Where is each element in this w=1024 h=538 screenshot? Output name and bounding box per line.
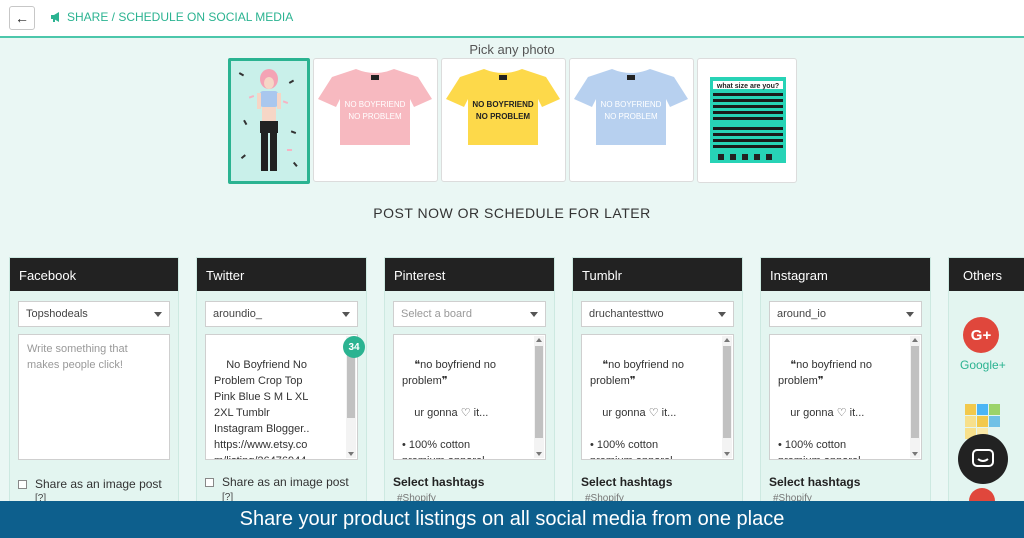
scroll-thumb[interactable] <box>723 346 731 438</box>
tumblr-account-select[interactable]: druchantesttwo <box>581 301 734 327</box>
tumblr-message-text: ❝no boyfriend no problem❞ ur gonna ♡ it.… <box>590 359 684 459</box>
tumblr-scrollbar[interactable] <box>722 336 732 458</box>
pink-tee-image: NO BOYFRIEND NO PROBLEM <box>318 69 432 145</box>
instagram-panel: Instagram around_io ❝no boyfriend no pro… <box>760 257 931 503</box>
blue-tee-text-1: NO BOYFRIEND <box>601 100 662 109</box>
megaphone-icon <box>51 12 59 22</box>
checkbox-icon[interactable] <box>205 478 214 487</box>
instagram-scrollbar[interactable] <box>910 336 920 458</box>
pinterest-board-select[interactable]: Select a board <box>393 301 546 327</box>
photo-model[interactable] <box>228 58 310 184</box>
scroll-thumb[interactable] <box>535 346 543 438</box>
photo-size-chart[interactable]: what size are you? <box>697 58 797 183</box>
facebook-account-select[interactable]: Topshodeals <box>18 301 170 327</box>
instagram-account-select[interactable]: around_io <box>769 301 922 327</box>
pink-tee-text-2: NO PROBLEM <box>348 112 402 121</box>
scroll-down-icon[interactable] <box>724 452 730 456</box>
pinterest-message-text: ❝no boyfriend no problem❞ ur gonna ♡ it.… <box>402 359 496 459</box>
chevron-down-icon <box>906 312 914 317</box>
model-photo-image <box>231 61 307 181</box>
breadcrumb: SHARE / SCHEDULE ON SOCIAL MEDIA <box>50 10 293 24</box>
twitter-account-select[interactable]: aroundio_ <box>205 301 358 327</box>
scroll-up-icon[interactable] <box>536 338 542 342</box>
others-panel-title: Others <box>949 258 1024 291</box>
google-plus-icon[interactable]: G+ <box>963 317 999 353</box>
yellow-tee-image: NO BOYFRIEND NO PROBLEM <box>446 69 560 145</box>
page-title: SHARE / SCHEDULE ON SOCIAL MEDIA <box>67 10 294 24</box>
facebook-panel-title: Facebook <box>10 258 178 291</box>
yellow-tee-text-1: NO BOYFRIEND <box>472 100 534 109</box>
tumblr-message-input[interactable]: ❝no boyfriend no problem❞ ur gonna ♡ it.… <box>581 334 734 460</box>
scroll-down-icon[interactable] <box>348 452 354 456</box>
google-plus-label[interactable]: Google+ <box>960 358 1006 372</box>
chevron-down-icon <box>530 312 538 317</box>
tumblr-panel-title: Tumblr <box>573 258 742 291</box>
instagram-hashtags-label[interactable]: Select hashtags <box>769 475 860 489</box>
pinterest-message-input[interactable]: ❝no boyfriend no problem❞ ur gonna ♡ it.… <box>393 334 546 460</box>
chat-bubble-icon <box>972 449 994 467</box>
scroll-down-icon[interactable] <box>912 452 918 456</box>
facebook-message-input[interactable]: Write something that makes people click! <box>18 334 170 460</box>
scroll-thumb[interactable] <box>911 346 919 438</box>
photo-pink-tee[interactable]: NO BOYFRIEND NO PROBLEM <box>313 58 438 182</box>
photo-yellow-tee[interactable]: NO BOYFRIEND NO PROBLEM <box>441 58 566 182</box>
twitter-share-image-label: Share as an image post <box>222 475 349 489</box>
chevron-down-icon <box>342 312 350 317</box>
instagram-message-text: ❝no boyfriend no problem❞ ur gonna ♡ it.… <box>778 359 872 459</box>
twitter-share-image-checkbox[interactable]: Share as an image post <box>205 475 349 489</box>
facebook-panel: Facebook Topshodeals Write something tha… <box>9 257 179 503</box>
photo-blue-tee[interactable]: NO BOYFRIEND NO PROBLEM <box>569 58 694 182</box>
blue-tee-image: NO BOYFRIEND NO PROBLEM <box>574 69 688 145</box>
scroll-up-icon[interactable] <box>724 338 730 342</box>
chat-button[interactable] <box>958 434 1008 484</box>
scroll-up-icon[interactable] <box>912 338 918 342</box>
arrow-left-icon: ← <box>15 10 29 26</box>
size-chart-title: what size are you? <box>716 83 779 90</box>
twitter-char-count-badge: 34 <box>343 336 365 358</box>
twitter-panel: Twitter aroundio_ No Boyfriend No Proble… <box>196 257 367 503</box>
promo-banner: Share your product listings on all socia… <box>0 501 1024 538</box>
checkbox-icon[interactable] <box>18 480 27 489</box>
instagram-message-input[interactable]: ❝no boyfriend no problem❞ ur gonna ♡ it.… <box>769 334 922 460</box>
pinterest-board-placeholder: Select a board <box>401 308 472 320</box>
pinterest-panel-title: Pinterest <box>385 258 554 291</box>
twitter-account-value: aroundio_ <box>213 308 262 320</box>
pinterest-scrollbar[interactable] <box>534 336 544 458</box>
back-button[interactable]: ← <box>9 6 35 30</box>
tumblr-hashtags-label[interactable]: Select hashtags <box>581 475 672 489</box>
twitter-panel-title: Twitter <box>197 258 366 291</box>
tumblr-account-value: druchantesttwo <box>589 308 664 320</box>
facebook-share-image-label: Share as an image post <box>35 477 162 491</box>
blue-tee-text-2: NO PROBLEM <box>604 112 658 121</box>
top-bar: ← SHARE / SCHEDULE ON SOCIAL MEDIA <box>0 0 1024 38</box>
tumblr-panel: Tumblr druchantesttwo ❝no boyfriend no p… <box>572 257 743 503</box>
pink-tee-text-1: NO BOYFRIEND <box>345 100 406 109</box>
schedule-title: POST NOW OR SCHEDULE FOR LATER <box>373 205 651 221</box>
twitter-message-text: No Boyfriend No Problem Crop Top Pink Bl… <box>214 359 310 459</box>
chevron-down-icon <box>718 312 726 317</box>
yellow-tee-text-2: NO PROBLEM <box>476 112 531 121</box>
pinterest-hashtags-label[interactable]: Select hashtags <box>393 475 484 489</box>
pinterest-panel: Pinterest Select a board ❝no boyfriend n… <box>384 257 555 503</box>
instagram-panel-title: Instagram <box>761 258 930 291</box>
facebook-account-value: Topshodeals <box>26 308 88 320</box>
scroll-down-icon[interactable] <box>536 452 542 456</box>
facebook-share-image-checkbox[interactable]: Share as an image post <box>18 477 162 491</box>
pick-photo-label: Pick any photo <box>469 42 555 57</box>
instagram-account-value: around_io <box>777 308 826 320</box>
chevron-down-icon <box>154 312 162 317</box>
size-chart-image: what size are you? <box>710 77 786 163</box>
twitter-message-input[interactable]: No Boyfriend No Problem Crop Top Pink Bl… <box>205 334 358 460</box>
